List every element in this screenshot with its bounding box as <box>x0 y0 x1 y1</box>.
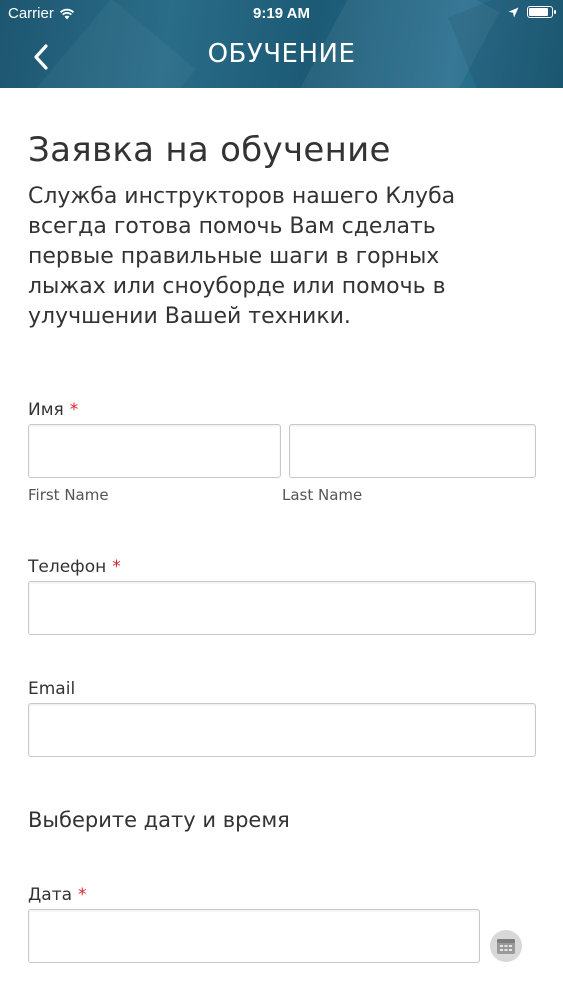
name-label: Имя * <box>28 400 79 420</box>
last-name-input[interactable] <box>289 424 536 478</box>
battery-icon <box>527 6 556 18</box>
last-name-sublabel: Last Name <box>282 486 363 504</box>
required-mark: * <box>112 557 121 577</box>
required-mark: * <box>69 400 79 420</box>
date-input[interactable] <box>28 909 480 963</box>
phone-input[interactable] <box>28 581 536 635</box>
first-name-input[interactable] <box>28 424 281 478</box>
required-mark: * <box>78 885 87 905</box>
page-title: ОБУЧЕНИЕ <box>207 39 356 69</box>
date-picker-button[interactable] <box>490 930 522 962</box>
datetime-section-title: Выберите дату и время <box>28 808 290 832</box>
email-input[interactable] <box>28 703 536 757</box>
form-heading: Заявка на обучение <box>28 130 391 170</box>
header-bar: Carrier 9:19 AM ОБУЧЕНИЕ <box>0 0 563 88</box>
phone-label: Телефон * <box>28 557 121 577</box>
email-label: Email <box>28 679 76 699</box>
location-arrow-icon <box>508 7 519 17</box>
clock: 9:19 AM <box>253 5 310 22</box>
form-intro: Служба инструкторов нашего Клуба всегда … <box>28 184 456 329</box>
first-name-sublabel: First Name <box>28 486 109 504</box>
status-bar: Carrier 9:19 AM <box>0 0 563 30</box>
date-label: Дата * <box>28 885 87 905</box>
navigation-bar: ОБУЧЕНИЕ <box>0 30 563 84</box>
calendar-icon <box>497 939 515 954</box>
